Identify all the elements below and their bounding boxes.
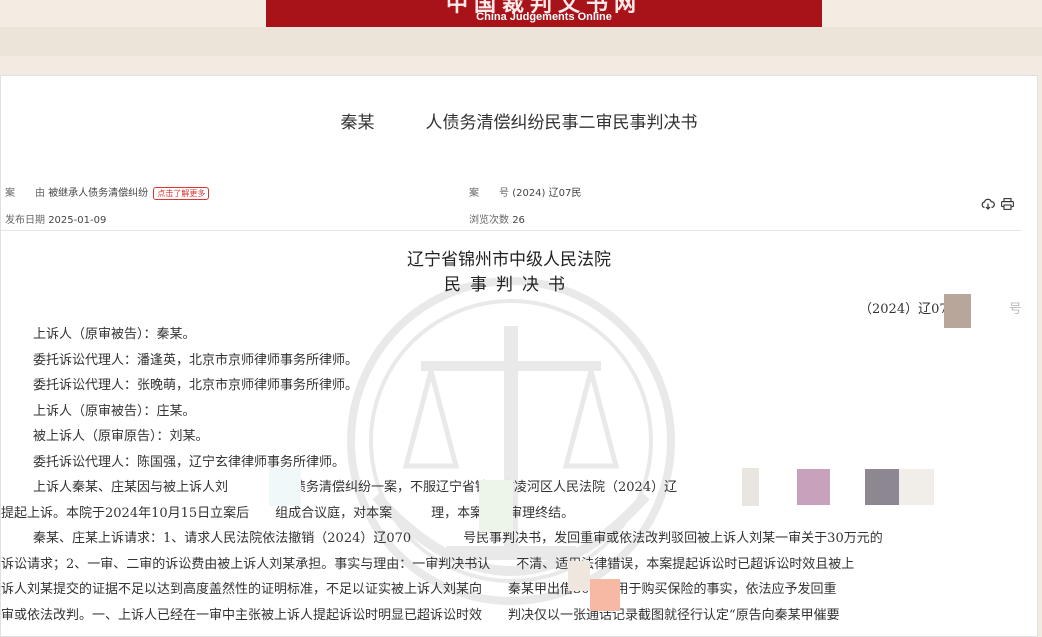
party-line: 上诉人（原审被告）：庄某。 — [33, 403, 196, 419]
paragraph-line: 审或依法改判。一、上诉人已经在一审中主张被上诉人提起诉讼时明显已超诉讼时效 判决… — [1, 607, 840, 623]
site-logo[interactable]: 中国裁判文书网 China Judgements Online — [266, 0, 822, 27]
document-tools — [981, 196, 1015, 211]
court-name: 辽宁省锦州市中级人民法院 — [407, 250, 611, 270]
judgment-type: 民事判决书 — [444, 275, 574, 295]
case-cause: 案 由 被继承人债务清偿纠纷 点击了解更多 — [5, 184, 210, 200]
party-line: 被上诉人（原审原告）：刘某。 — [33, 429, 209, 444]
paragraph-line: 诉讼请求；2、一审、二审的诉讼费由被上诉人刘某承担。事实与理由：一审判决书认 不… — [1, 556, 855, 572]
site-name-en: China Judgements Online — [476, 11, 612, 23]
party-line: 委托诉讼代理人：张晚萌，北京市京师律师事务所律师。 — [33, 378, 359, 393]
redaction-mask — [797, 469, 830, 505]
site-banner: 中国裁判文书网 China Judgements Online — [0, 0, 1042, 27]
party-line: 上诉人（原审被告）：秦某。 — [33, 327, 196, 342]
paragraph-line: 诉人刘某提交的证据不足以达到高度盖然性的证明标准，不足以证实被上诉人刘某向 秦某… — [1, 582, 837, 597]
header-divider — [1, 230, 1021, 231]
case-cause-value: 被继承人债务清偿纠纷 — [48, 188, 149, 199]
download-cloud-icon[interactable] — [981, 198, 995, 210]
redaction-mask — [479, 480, 513, 532]
redaction-mask — [568, 561, 590, 591]
case-number-label: 案 号 — [469, 188, 509, 199]
document-title: 秦某 人债务清偿纠纷民事二审民事判决书 — [340, 113, 698, 133]
document-panel: 秦某 人债务清偿纠纷民事二审民事判决书 案 由 被继承人债务清偿纠纷 点击了解更… — [0, 75, 1038, 637]
redaction-mask — [590, 579, 620, 611]
nav-strip — [0, 27, 1042, 56]
case-cause-label: 案 由 — [5, 188, 45, 199]
party-line: 委托诉讼代理人：潘逢英，北京市京师律师事务所律师。 — [33, 352, 359, 368]
publish-date-value: 2025-01-09 — [48, 215, 107, 226]
learn-more-link[interactable]: 点击了解更多 — [153, 187, 210, 200]
redaction-mask — [899, 469, 934, 505]
view-count-label: 浏览次数 — [469, 215, 509, 226]
judgment-case-number: （2024）辽07民 号 — [859, 298, 1022, 317]
redaction-mask — [742, 468, 759, 506]
case-number: 案 号 (2024) 辽07民 — [469, 184, 581, 199]
judgment-case-number-tail: 号 — [1008, 302, 1022, 317]
redaction-mask — [865, 469, 900, 505]
redaction-mask — [944, 294, 971, 328]
print-icon[interactable] — [1001, 197, 1015, 210]
publish-date-label: 发布日期 — [5, 215, 45, 226]
view-count-value: 26 — [512, 215, 525, 226]
view-count: 浏览次数 26 — [469, 211, 525, 226]
redaction-mask — [269, 468, 301, 506]
publish-date: 发布日期 2025-01-09 — [5, 211, 106, 226]
case-number-value: (2024) 辽07民 — [512, 188, 582, 199]
